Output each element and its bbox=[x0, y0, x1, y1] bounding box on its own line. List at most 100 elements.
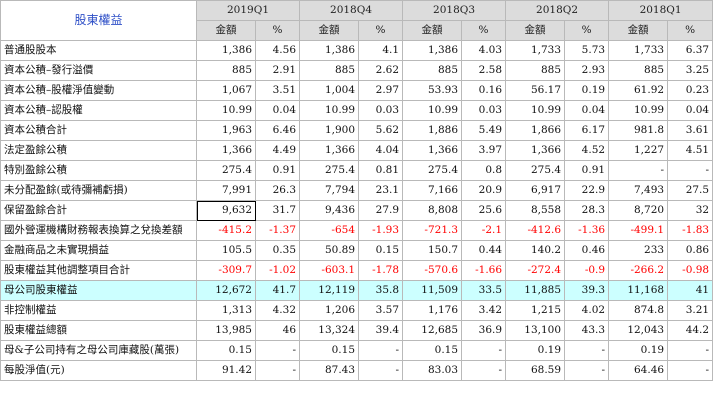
percent-cell: -2.1 bbox=[461, 220, 507, 241]
table-row: 每股淨值(元) 91.42-87.43-83.03-68.59-64.46- bbox=[0, 360, 714, 381]
amount-cell: 12,672 bbox=[196, 280, 256, 301]
amount-cell: 13,324 bbox=[299, 320, 360, 341]
amount-cell: - bbox=[608, 160, 669, 181]
percent-cell: 43.3 bbox=[564, 320, 610, 341]
amount-cell: 91.42 bbox=[196, 360, 256, 381]
amount-cell: 8,808 bbox=[402, 200, 463, 221]
percent-cell: 6.46 bbox=[254, 120, 301, 141]
amount-cell: 275.4 bbox=[505, 160, 566, 181]
amount-cell: 11,885 bbox=[505, 280, 566, 301]
percent-cell: -1.83 bbox=[667, 220, 714, 241]
amount-cell: 8,720 bbox=[608, 200, 669, 221]
percent-cell: 4.04 bbox=[358, 140, 404, 161]
amount-cell: 6,917 bbox=[505, 180, 566, 201]
amount-cell: 885 bbox=[196, 60, 256, 81]
amount-header: 金額 bbox=[608, 20, 669, 41]
amount-cell: 233 bbox=[608, 240, 669, 261]
row-label: 非控制權益 bbox=[0, 300, 197, 321]
percent-cell: 36.9 bbox=[461, 320, 507, 341]
header-row-periods: 股東權益 2019Q1 2018Q4 2018Q3 2018Q2 2018Q1 bbox=[0, 0, 714, 41]
row-label: 母公司股東權益 bbox=[0, 280, 197, 301]
percent-cell: 0.16 bbox=[461, 80, 507, 101]
percent-cell: 0.46 bbox=[564, 240, 610, 261]
amount-cell: -415.2 bbox=[196, 220, 256, 241]
amount-cell: -499.1 bbox=[608, 220, 669, 241]
table-row: 未分配盈餘(或待彌補虧損) 7,991 26.3 7,794 23.1 7,166 20.9… bbox=[0, 180, 714, 201]
table-title: 股東權益 bbox=[0, 0, 197, 41]
percent-cell: -1.93 bbox=[358, 220, 404, 241]
percent-cell: - bbox=[254, 340, 301, 361]
amount-cell: 13,100 bbox=[505, 320, 566, 341]
row-label: 法定盈餘公積 bbox=[0, 140, 197, 161]
amount-cell: 0.15 bbox=[196, 340, 256, 361]
percent-cell: 33.5 bbox=[461, 280, 507, 301]
table-row: 普通股股本 1,386 4.56 1,386 4.1 1,386 4.03 1,733 5.73… bbox=[0, 40, 714, 61]
percent-cell: 0.91 bbox=[254, 160, 301, 181]
table-row: 資本公積–認股權 10.99 0.04 10.99 0.03 10.99 0.03 10.99… bbox=[0, 100, 714, 121]
amount-header: 金額 bbox=[196, 20, 256, 41]
amount-cell: 9,436 bbox=[299, 200, 360, 221]
table-row: 母&子公司持有之母公司庫藏股(萬張) 0.15-0.15-0.15-0.19-0.… bbox=[0, 340, 714, 361]
amount-cell: 83.03 bbox=[402, 360, 463, 381]
table-row: 資本公積–股權淨值變動 1,067 3.51 1,004 2.97 53.93 0.16 56… bbox=[0, 80, 714, 101]
amount-cell: 1,067 bbox=[196, 80, 256, 101]
percent-cell: 41 bbox=[667, 280, 714, 301]
amount-cell: 10.99 bbox=[402, 100, 463, 121]
amount-cell: 50.89 bbox=[299, 240, 360, 261]
amount-cell: 1,386 bbox=[196, 40, 256, 61]
percent-header: % bbox=[254, 20, 301, 41]
amount-cell: 874.8 bbox=[608, 300, 669, 321]
percent-cell: 20.9 bbox=[461, 180, 507, 201]
amount-cell: 885 bbox=[299, 60, 360, 81]
percent-cell: 0.86 bbox=[667, 240, 714, 261]
percent-cell: 3.42 bbox=[461, 300, 507, 321]
amount-cell: 10.99 bbox=[608, 100, 669, 121]
percent-cell: 41.7 bbox=[254, 280, 301, 301]
period-header: 2019Q1 bbox=[195, 0, 301, 21]
percent-cell: 4.02 bbox=[564, 300, 610, 321]
percent-cell: -1.78 bbox=[358, 260, 404, 281]
equity-table: 股東權益 2019Q1 2018Q4 2018Q3 2018Q2 2018Q1 … bbox=[0, 0, 714, 381]
percent-header: % bbox=[358, 20, 404, 41]
percent-cell: 0.35 bbox=[254, 240, 301, 261]
percent-cell: 4.32 bbox=[254, 300, 301, 321]
percent-cell: 4.52 bbox=[564, 140, 610, 161]
amount-cell: -309.7 bbox=[196, 260, 256, 281]
row-label: 資本公積合計 bbox=[0, 120, 197, 141]
amount-cell: 68.59 bbox=[505, 360, 566, 381]
amount-cell: 1,366 bbox=[196, 140, 256, 161]
period-header: 2018Q4 bbox=[299, 0, 404, 21]
percent-cell: - bbox=[461, 340, 507, 361]
amount-cell: 10.99 bbox=[299, 100, 360, 121]
table-row: 股東權益其他調整項目合計 -309.7 -1.02 -603.1 -1.78 -570.6… bbox=[0, 260, 714, 281]
row-label: 資本公積–股權淨值變動 bbox=[0, 80, 197, 101]
amount-cell: -603.1 bbox=[299, 260, 360, 281]
percent-cell: 0.03 bbox=[461, 100, 507, 121]
percent-cell: 2.58 bbox=[461, 60, 507, 81]
amount-cell: 7,493 bbox=[608, 180, 669, 201]
amount-cell: 1,215 bbox=[505, 300, 566, 321]
percent-cell: -0.9 bbox=[564, 260, 610, 281]
row-label: 普通股股本 bbox=[0, 40, 197, 61]
amount-cell: 1,866 bbox=[505, 120, 566, 141]
amount-cell: 275.4 bbox=[402, 160, 463, 181]
percent-cell: 4.51 bbox=[667, 140, 714, 161]
row-label: 母&子公司持有之母公司庫藏股(萬張) bbox=[0, 340, 197, 361]
table-row: 非控制權益 1,313 4.32 1,206 3.57 1,176 3.42 1,215 4.0… bbox=[0, 300, 714, 321]
percent-cell: 5.62 bbox=[358, 120, 404, 141]
percent-cell: 39.3 bbox=[564, 280, 610, 301]
percent-cell: -1.36 bbox=[564, 220, 610, 241]
table-row: 保留盈餘合計 9,632 31.7 9,436 27.9 8,808 25.6 8,558 28… bbox=[0, 200, 714, 221]
percent-cell: 4.56 bbox=[254, 40, 301, 61]
amount-cell: 1,227 bbox=[608, 140, 669, 161]
amount-cell: 1,886 bbox=[402, 120, 463, 141]
amount-header: 金額 bbox=[299, 20, 360, 41]
amount-cell: 10.99 bbox=[196, 100, 256, 121]
amount-cell: 275.4 bbox=[299, 160, 360, 181]
percent-header: % bbox=[564, 20, 610, 41]
row-label: 資本公積–認股權 bbox=[0, 100, 197, 121]
percent-cell: 25.6 bbox=[461, 200, 507, 221]
percent-cell: 39.4 bbox=[358, 320, 404, 341]
amount-cell: 7,794 bbox=[299, 180, 360, 201]
row-label: 國外營運機構財務報表換算之兌換差額 bbox=[0, 220, 197, 241]
